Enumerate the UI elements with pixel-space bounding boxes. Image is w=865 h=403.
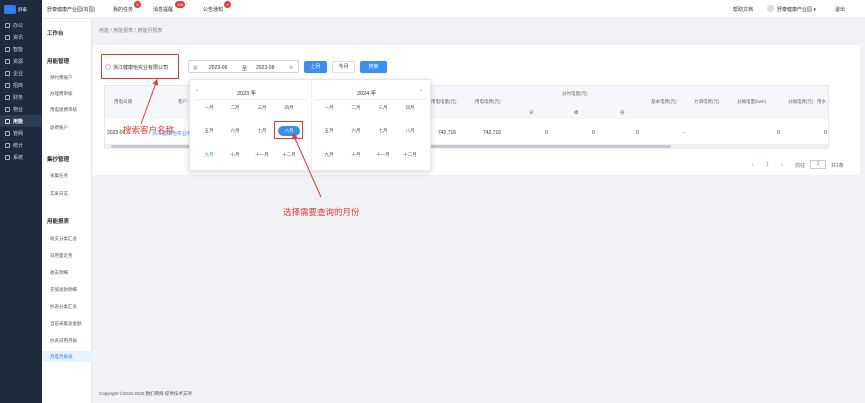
arrow-to-customer bbox=[140, 79, 159, 125]
arrow-to-month bbox=[292, 133, 322, 198]
annotation-arrows bbox=[140, 79, 322, 198]
annotation-select-month: 选择需要查询的月份 bbox=[283, 208, 360, 218]
annotation-search-customer: 搜索客户名称 bbox=[123, 126, 175, 136]
footer-copyright: Copyright ©2015-2020 数们网络 提供技术支持 bbox=[99, 391, 192, 396]
